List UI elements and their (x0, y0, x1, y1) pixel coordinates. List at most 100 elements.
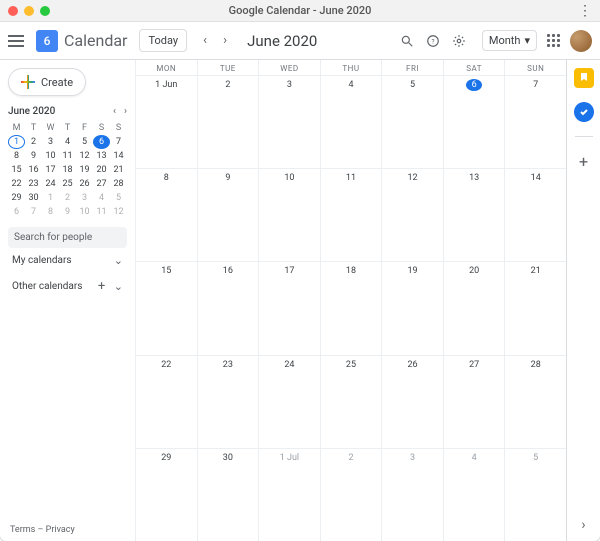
day-cell[interactable]: 4 (443, 448, 505, 541)
get-addons-button[interactable]: + (574, 151, 594, 171)
mini-day-cell[interactable]: 17 (42, 163, 59, 177)
mini-day-cell[interactable]: 9 (25, 149, 42, 163)
settings-button[interactable] (452, 34, 478, 48)
tasks-addon-icon[interactable] (574, 102, 594, 122)
mini-day-cell[interactable]: 7 (25, 205, 42, 219)
day-cell[interactable]: 29 (135, 448, 197, 541)
mini-prev-button[interactable]: ‹ (113, 106, 116, 117)
terms-link[interactable]: Terms (10, 525, 35, 535)
mini-day-cell[interactable]: 4 (59, 135, 76, 149)
day-cell[interactable]: 4 (320, 75, 382, 168)
mini-day-cell[interactable]: 9 (59, 205, 76, 219)
search-button[interactable] (400, 34, 426, 48)
mini-day-cell[interactable]: 10 (76, 205, 93, 219)
day-cell[interactable]: 1 Jun (135, 75, 197, 168)
day-cell[interactable]: 16 (197, 261, 259, 354)
mini-day-cell[interactable]: 10 (42, 149, 59, 163)
mini-day-cell[interactable]: 8 (42, 205, 59, 219)
day-cell[interactable]: 18 (320, 261, 382, 354)
mini-day-cell[interactable]: 4 (93, 191, 110, 205)
privacy-link[interactable]: Privacy (46, 525, 75, 535)
day-cell[interactable]: 12 (381, 168, 443, 261)
day-cell[interactable]: 24 (258, 355, 320, 448)
day-cell[interactable]: 17 (258, 261, 320, 354)
main-menu-button[interactable] (8, 35, 36, 47)
mini-day-cell[interactable]: 23 (25, 177, 42, 191)
mini-day-cell[interactable]: 24 (42, 177, 59, 191)
mini-day-cell[interactable]: 12 (110, 205, 127, 219)
mini-day-cell[interactable]: 2 (25, 135, 42, 149)
month-grid[interactable]: MONTUEWEDTHUFRISATSUN1 Jun23456789101112… (135, 60, 566, 541)
day-cell[interactable]: 28 (504, 355, 566, 448)
mini-day-cell[interactable]: 12 (76, 149, 93, 163)
mini-day-cell[interactable]: 14 (110, 149, 127, 163)
add-calendar-button[interactable]: + (98, 279, 105, 294)
my-calendars-toggle[interactable]: My calendars ⌄ (8, 248, 127, 273)
mini-day-cell[interactable]: 16 (25, 163, 42, 177)
day-cell[interactable]: 25 (320, 355, 382, 448)
day-cell[interactable]: 7 (504, 75, 566, 168)
day-cell[interactable]: 30 (197, 448, 259, 541)
mini-day-cell[interactable]: 1 (8, 135, 25, 149)
mini-day-cell[interactable]: 6 (8, 205, 25, 219)
day-cell[interactable]: 27 (443, 355, 505, 448)
day-cell[interactable]: 21 (504, 261, 566, 354)
day-cell[interactable]: 8 (135, 168, 197, 261)
mini-next-button[interactable]: › (124, 106, 127, 117)
mini-day-cell[interactable]: 22 (8, 177, 25, 191)
day-cell[interactable]: 5 (381, 75, 443, 168)
mini-day-cell[interactable]: 1 (42, 191, 59, 205)
mini-day-cell[interactable]: 7 (110, 135, 127, 149)
mini-day-cell[interactable]: 20 (93, 163, 110, 177)
mini-day-cell[interactable]: 26 (76, 177, 93, 191)
day-cell[interactable]: 1 Jul (258, 448, 320, 541)
mini-day-cell[interactable]: 18 (59, 163, 76, 177)
next-period-button[interactable]: › (215, 33, 235, 48)
mini-day-cell[interactable]: 5 (76, 135, 93, 149)
day-cell[interactable]: 2 (320, 448, 382, 541)
day-cell[interactable]: 10 (258, 168, 320, 261)
mini-day-cell[interactable]: 25 (59, 177, 76, 191)
mini-day-cell[interactable]: 2 (59, 191, 76, 205)
google-apps-button[interactable] (547, 34, 560, 47)
day-cell[interactable]: 3 (258, 75, 320, 168)
today-button[interactable]: Today (139, 29, 187, 52)
day-cell[interactable]: 23 (197, 355, 259, 448)
day-cell[interactable]: 6 (443, 75, 505, 168)
mini-day-cell[interactable]: 6 (93, 135, 110, 149)
create-button[interactable]: Create (8, 68, 86, 96)
day-cell[interactable]: 19 (381, 261, 443, 354)
day-cell[interactable]: 3 (381, 448, 443, 541)
other-calendars-toggle[interactable]: Other calendars + ⌄ (8, 273, 127, 300)
hide-side-panel-button[interactable]: › (581, 517, 585, 533)
keep-addon-icon[interactable] (574, 68, 594, 88)
day-cell[interactable]: 11 (320, 168, 382, 261)
day-cell[interactable]: 5 (504, 448, 566, 541)
mini-calendar[interactable]: MTWTFSS123456789101112131415161718192021… (8, 121, 127, 219)
mini-day-cell[interactable]: 3 (42, 135, 59, 149)
prev-period-button[interactable]: ‹ (195, 33, 215, 48)
day-cell[interactable]: 2 (197, 75, 259, 168)
day-cell[interactable]: 26 (381, 355, 443, 448)
mini-day-cell[interactable]: 30 (25, 191, 42, 205)
search-people-input[interactable]: Search for people (8, 227, 127, 248)
mini-day-cell[interactable]: 5 (110, 191, 127, 205)
mini-day-cell[interactable]: 8 (8, 149, 25, 163)
day-cell[interactable]: 22 (135, 355, 197, 448)
mini-day-cell[interactable]: 15 (8, 163, 25, 177)
help-button[interactable]: ? (426, 34, 452, 48)
day-cell[interactable]: 15 (135, 261, 197, 354)
mini-day-cell[interactable]: 3 (76, 191, 93, 205)
mini-day-cell[interactable]: 11 (59, 149, 76, 163)
account-avatar[interactable] (570, 30, 592, 52)
mini-day-cell[interactable]: 11 (93, 205, 110, 219)
day-cell[interactable]: 14 (504, 168, 566, 261)
mini-day-cell[interactable]: 27 (93, 177, 110, 191)
day-cell[interactable]: 20 (443, 261, 505, 354)
mini-day-cell[interactable]: 19 (76, 163, 93, 177)
mini-day-cell[interactable]: 13 (93, 149, 110, 163)
mini-day-cell[interactable]: 28 (110, 177, 127, 191)
day-cell[interactable]: 13 (443, 168, 505, 261)
mini-day-cell[interactable]: 29 (8, 191, 25, 205)
view-selector[interactable]: Month ▾ (482, 30, 537, 51)
